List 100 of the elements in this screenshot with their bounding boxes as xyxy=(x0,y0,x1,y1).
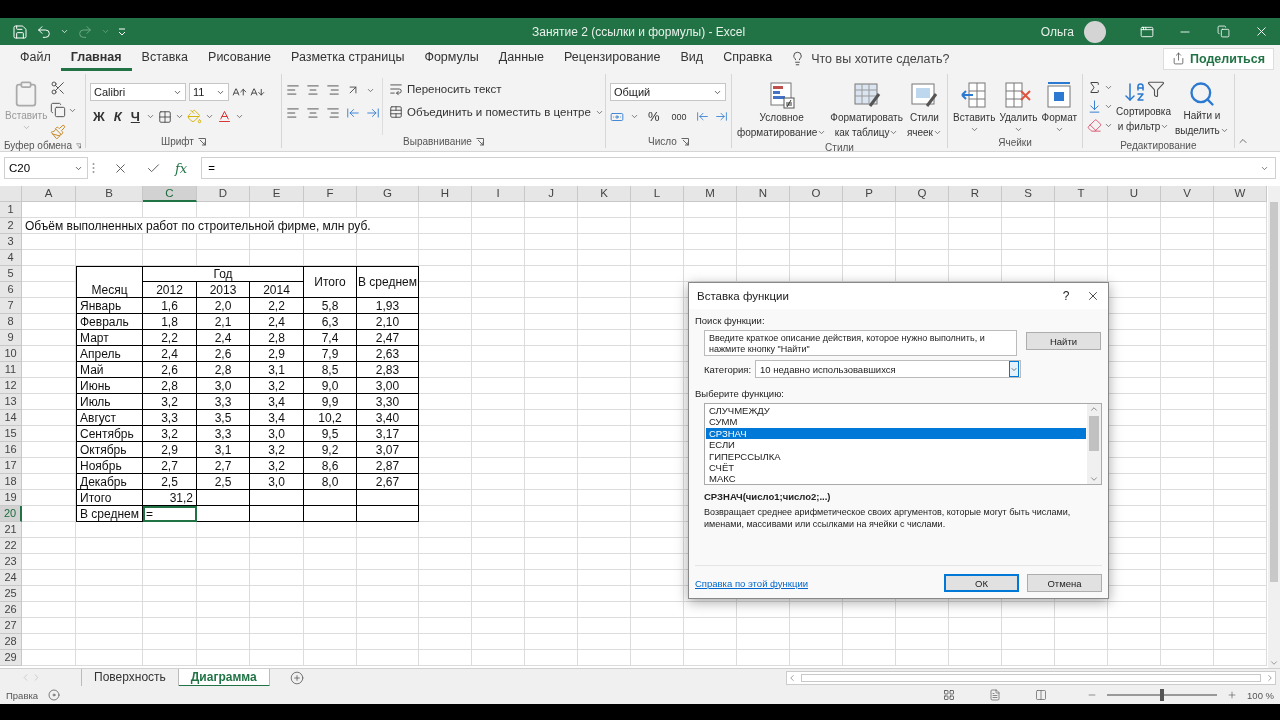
underline-button[interactable]: Ч xyxy=(127,109,143,124)
function-item[interactable]: СРЗНАЧ xyxy=(706,427,1086,440)
ribbon-tab[interactable]: Файл xyxy=(10,46,61,71)
column-header[interactable]: T xyxy=(1055,186,1108,202)
column-header[interactable]: N xyxy=(737,186,790,202)
ribbon-tab[interactable]: Рисование xyxy=(198,46,281,71)
function-item[interactable]: СУММ xyxy=(706,416,1086,428)
row-header[interactable]: 26 xyxy=(0,602,22,618)
column-header[interactable]: O xyxy=(790,186,843,202)
ribbon-button[interactable]: Удалить xyxy=(998,78,1039,136)
function-item[interactable]: СЧЁТ xyxy=(706,461,1086,474)
row-header[interactable]: 11 xyxy=(0,362,22,378)
ribbon-tab[interactable]: Разметка страницы xyxy=(281,46,415,71)
row-header[interactable]: 15 xyxy=(0,426,22,442)
function-item[interactable]: ЕСЛИ xyxy=(706,439,1086,451)
column-header[interactable]: M xyxy=(684,186,737,202)
column-header[interactable]: V xyxy=(1161,186,1214,202)
row-header[interactable]: 18 xyxy=(0,474,22,490)
percent-button[interactable]: % xyxy=(645,109,663,124)
row-header[interactable]: 13 xyxy=(0,394,22,410)
find-button[interactable]: Найти xyxy=(1026,332,1101,350)
row-header[interactable]: 2 xyxy=(0,218,22,234)
merge-center-button[interactable]: Объединить и поместить в центре xyxy=(389,105,604,119)
row-header[interactable]: 6 xyxy=(0,282,22,298)
column-header[interactable]: I xyxy=(472,186,525,202)
row-header[interactable]: 4 xyxy=(0,250,22,266)
formula-field[interactable]: = xyxy=(201,157,1276,179)
column-header[interactable]: Q xyxy=(896,186,949,202)
row-header[interactable]: 16 xyxy=(0,442,22,458)
row-header[interactable]: 10 xyxy=(0,346,22,362)
row-header[interactable]: 7 xyxy=(0,298,22,314)
row-header[interactable]: 19 xyxy=(0,490,22,506)
column-header[interactable]: P xyxy=(843,186,896,202)
function-item[interactable]: МАКС xyxy=(706,473,1086,485)
row-header[interactable]: 1 xyxy=(0,202,22,218)
cancel-button[interactable]: Отмена xyxy=(1027,574,1102,592)
ribbon-button[interactable]: Условное форматирование xyxy=(736,78,828,142)
name-box[interactable]: C20 xyxy=(4,157,88,179)
row-header[interactable]: 9 xyxy=(0,330,22,346)
row-header[interactable]: 28 xyxy=(0,634,22,650)
wrap-text-button[interactable]: Переносить текст xyxy=(389,82,604,96)
row-header[interactable]: 22 xyxy=(0,538,22,554)
font-name-field[interactable]: Calibri xyxy=(90,83,186,101)
column-header[interactable]: W xyxy=(1214,186,1267,202)
italic-button[interactable]: К xyxy=(110,109,125,124)
column-header[interactable]: J xyxy=(525,186,578,202)
column-header[interactable]: H xyxy=(419,186,472,202)
ribbon-tab[interactable]: Рецензирование xyxy=(554,46,671,71)
ribbon-button[interactable]: Сортировка и фильтр xyxy=(1115,78,1172,140)
row-header[interactable]: 5 xyxy=(0,266,22,282)
column-header[interactable]: B xyxy=(76,186,143,202)
ok-button[interactable]: ОК xyxy=(944,574,1019,592)
ribbon-tab[interactable]: Справка xyxy=(713,46,783,71)
row-header[interactable]: 29 xyxy=(0,650,22,666)
active-cell[interactable]: = xyxy=(143,506,197,522)
category-dropdown[interactable]: 10 недавно использовавшихся xyxy=(755,360,1022,378)
column-header[interactable]: C xyxy=(143,186,197,202)
function-item[interactable]: СЛУЧМЕЖДУ xyxy=(706,405,1086,417)
column-header[interactable]: S xyxy=(1002,186,1055,202)
function-item[interactable]: ГИПЕРССЫЛКА xyxy=(706,450,1086,462)
row-header[interactable]: 20 xyxy=(0,506,22,522)
row-header[interactable]: 25 xyxy=(0,586,22,602)
ribbon-button[interactable]: Формат xyxy=(1040,78,1079,136)
row-header[interactable]: 8 xyxy=(0,314,22,330)
column-header[interactable]: R xyxy=(949,186,1002,202)
row-header[interactable]: 24 xyxy=(0,570,22,586)
ribbon-button[interactable]: Найти и выделить xyxy=(1174,78,1230,140)
row-header[interactable]: 3 xyxy=(0,234,22,250)
search-field[interactable]: Введите краткое описание действия, которое нужно выполнить, и нажмите кнопку "Найти" xyxy=(704,330,1017,356)
row-header[interactable]: 12 xyxy=(0,378,22,394)
help-button[interactable]: ? xyxy=(1054,289,1078,303)
zoom-level[interactable]: 100 % xyxy=(1247,689,1274,701)
font-size-field[interactable]: 11 xyxy=(189,83,229,101)
share-button[interactable]: Поделиться xyxy=(1162,47,1274,70)
insert-function-button[interactable]: fx xyxy=(165,160,198,176)
tell-me-field[interactable]: Что вы хотите сделать? xyxy=(811,51,950,66)
column-header[interactable]: K xyxy=(578,186,631,202)
row-header[interactable]: 17 xyxy=(0,458,22,474)
ribbon-tab[interactable]: Вид xyxy=(670,46,714,71)
bold-button[interactable]: Ж xyxy=(90,109,108,124)
column-header[interactable]: U xyxy=(1108,186,1161,202)
row-header[interactable]: 14 xyxy=(0,410,22,426)
thousands-button[interactable]: 000 xyxy=(668,111,690,122)
ribbon-tab[interactable]: Вставка xyxy=(131,46,199,71)
column-header[interactable]: L xyxy=(631,186,684,202)
row-header[interactable]: 23 xyxy=(0,554,22,570)
ribbon-button[interactable]: Вставить xyxy=(952,78,997,136)
row-header[interactable]: 27 xyxy=(0,618,22,634)
ribbon-button[interactable]: Стили ячеек xyxy=(905,78,943,142)
column-header[interactable]: F xyxy=(304,186,357,202)
ribbon-button[interactable]: Форматировать как таблицу xyxy=(829,78,904,142)
user-name[interactable]: Ольга xyxy=(1040,24,1074,39)
ribbon-tab[interactable]: Формулы xyxy=(414,46,489,71)
column-header[interactable]: G xyxy=(357,186,419,202)
row-header[interactable]: 21 xyxy=(0,522,22,538)
ribbon-tab[interactable]: Данные xyxy=(488,46,554,71)
column-header[interactable]: D xyxy=(197,186,250,202)
sheet-tab[interactable]: Диаграмма xyxy=(178,668,270,687)
column-header[interactable]: E xyxy=(250,186,304,202)
column-header[interactable]: A xyxy=(22,186,76,202)
